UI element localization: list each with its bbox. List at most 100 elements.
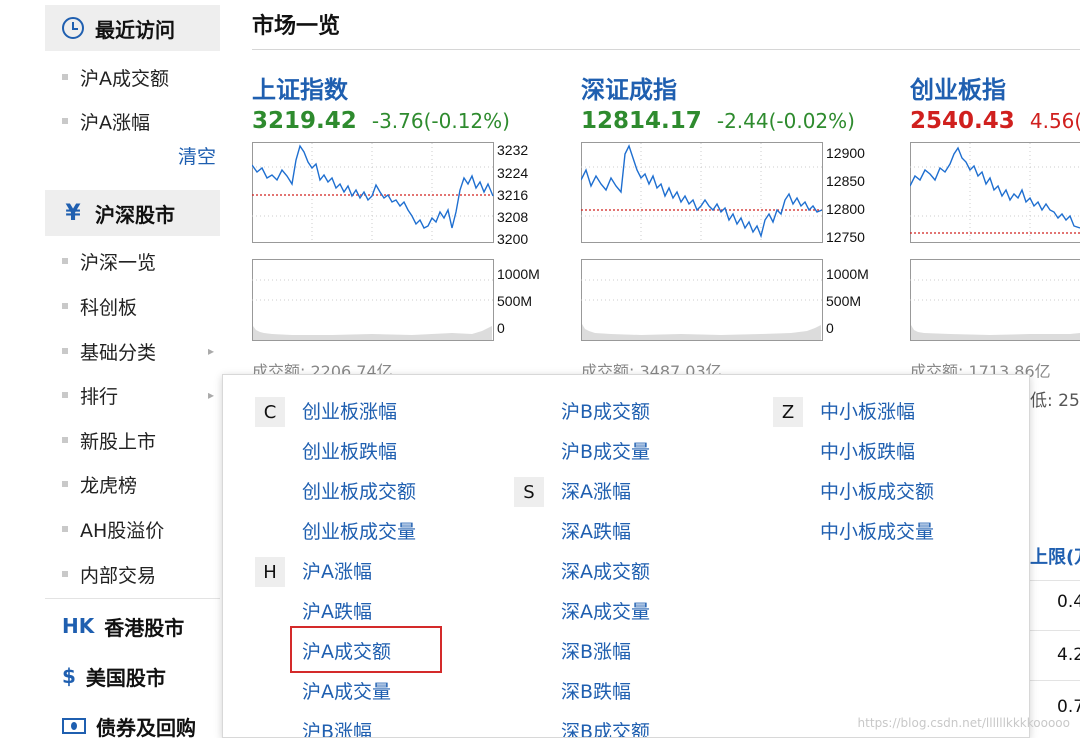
hk-market-link[interactable]: HK 香港股市 <box>62 610 184 642</box>
index-change: -3.76(-0.12%) <box>371 109 510 133</box>
recent-visits-title: 最近访问 <box>95 17 175 42</box>
sidebar-item-overview[interactable]: 沪深一览 <box>62 246 156 276</box>
sidebar-item-recent-2[interactable]: 沪A涨幅 <box>62 106 150 136</box>
highlight-box <box>290 626 442 673</box>
sidebar-item-recent-1[interactable]: 沪A成交额 <box>62 62 169 92</box>
sidebar-item-label: 沪A涨幅 <box>80 111 150 134</box>
bullet <box>62 392 68 398</box>
sidebar-item-label: AH股溢价 <box>80 519 165 542</box>
price-tick: 12900 <box>826 145 865 161</box>
menu-item-chinext-gainers[interactable]: 创业板涨幅 <box>302 397 397 427</box>
menu-item-sza-volume[interactable]: 深A成交量 <box>561 597 650 627</box>
sidebar-item-label: 内部交易 <box>80 564 157 587</box>
menu-item-shb-turnover[interactable]: 沪B成交额 <box>561 397 650 427</box>
volume-tick: 500M <box>497 293 532 309</box>
price-tick: 3200 <box>497 231 528 247</box>
watermark: https://blog.csdn.net/llllllkkkkooooo <box>857 716 1070 730</box>
group-letter-z: Z <box>773 397 803 427</box>
group-letter-c: C <box>255 397 285 427</box>
menu-item-chinext-volume[interactable]: 创业板成交量 <box>302 517 416 547</box>
volume-tick: 1000M <box>826 266 869 282</box>
price-row: 2540.43 4.56(+ <box>910 108 1080 134</box>
menu-item-chinext-losers[interactable]: 创业板跌幅 <box>302 437 397 467</box>
volume-tick: 1000M <box>497 266 540 282</box>
ranking-dropdown-menu: C 创业板涨幅 创业板跌幅 创业板成交额 创业板成交量 H 沪A涨幅 沪A跌幅 … <box>222 374 1030 738</box>
index-name[interactable]: 创业板指 <box>910 70 1006 105</box>
bullet <box>62 481 68 487</box>
sidebar-item-ranking[interactable]: 排行 ▸ <box>62 380 214 410</box>
bullet <box>62 437 68 443</box>
sidebar-item-label: 新股上市 <box>80 430 157 453</box>
volume-tick: 500M <box>826 293 861 309</box>
sidebar-item-dragon-tiger[interactable]: 龙虎榜 <box>62 469 137 499</box>
bond-market-link[interactable]: 债券及回购 <box>62 710 196 738</box>
volume-tick: 0 <box>497 320 505 336</box>
price-tick: 3216 <box>497 187 528 203</box>
index-change: 4.56(+ <box>1029 109 1080 133</box>
divider <box>252 49 1080 50</box>
sidebar: 最近访问 沪A成交额 沪A涨幅 清空 ¥ 沪深股市 沪深一览 科创板 基础分类 … <box>0 0 232 738</box>
low-price-label: 低: 252 <box>1030 391 1080 411</box>
chevron-right-icon: ▸ <box>208 388 215 402</box>
menu-item-sme-turnover[interactable]: 中小板成交额 <box>820 477 934 507</box>
index-name[interactable]: 深证成指 <box>581 70 677 105</box>
sidebar-item-star-market[interactable]: 科创板 <box>62 291 137 321</box>
recent-visits-header[interactable]: 最近访问 <box>45 5 220 51</box>
menu-item-szb-gainers[interactable]: 深B涨幅 <box>561 637 631 667</box>
menu-item-sme-volume[interactable]: 中小板成交量 <box>820 517 934 547</box>
menu-item-shb-gainers[interactable]: 沪B涨幅 <box>302 717 372 737</box>
price-tick: 3208 <box>497 209 528 225</box>
menu-item-sza-losers[interactable]: 深A跌幅 <box>561 517 631 547</box>
hs-market-title: 沪深股市 <box>95 202 175 227</box>
table-cell: 0.4 <box>1057 592 1080 612</box>
index-chart[interactable]: 3232 3224 3216 3208 3200 1000M 500M 0 <box>252 140 552 350</box>
menu-item-sme-losers[interactable]: 中小板跌幅 <box>820 437 915 467</box>
price-row: 12814.17 -2.44(-0.02%) <box>581 108 855 134</box>
sidebar-item-label: 沪深一览 <box>80 251 157 274</box>
table-cell: 4.2 <box>1057 645 1080 665</box>
chevron-right-icon: ▸ <box>208 344 215 358</box>
sidebar-item-insider-trading[interactable]: 内部交易 <box>62 559 156 589</box>
index-name[interactable]: 上证指数 <box>252 70 348 105</box>
sidebar-item-basic-category[interactable]: 基础分类 ▸ <box>62 336 214 366</box>
index-card-chinext[interactable]: 创业板指 2540.43 4.56(+ 成交额: 1713.86亿 <box>910 68 1080 378</box>
menu-item-szb-losers[interactable]: 深B跌幅 <box>561 677 631 707</box>
menu-item-sza-gainers[interactable]: 深A涨幅 <box>561 477 631 507</box>
index-price: 2540.43 <box>910 108 1015 134</box>
price-tick: 12850 <box>826 173 865 189</box>
price-tick: 3224 <box>497 165 528 181</box>
hk-tag-icon: HK <box>62 614 95 638</box>
hs-market-header[interactable]: ¥ 沪深股市 <box>45 190 220 236</box>
hk-market-label: 香港股市 <box>104 615 185 640</box>
index-card-sh[interactable]: 上证指数 3219.42 -3.76(-0.12%) 3232 3224 321… <box>252 68 552 381</box>
divider <box>1030 680 1080 681</box>
column-header[interactable]: 上限(万 <box>1030 543 1080 569</box>
bullet <box>62 348 68 354</box>
price-row: 3219.42 -3.76(-0.12%) <box>252 108 510 134</box>
index-chart[interactable] <box>910 140 1080 350</box>
index-change: -2.44(-0.02%) <box>716 109 855 133</box>
menu-item-sha-gainers[interactable]: 沪A涨幅 <box>302 557 372 587</box>
bullet <box>62 74 68 80</box>
menu-item-sha-volume[interactable]: 沪A成交量 <box>302 677 391 707</box>
clear-recent-link[interactable]: 清空 <box>178 142 216 169</box>
divider <box>45 598 220 599</box>
index-chart[interactable]: 12900 12850 12800 12750 1000M 500M 0 <box>581 140 881 350</box>
bond-icon <box>62 718 86 734</box>
menu-item-sza-turnover[interactable]: 深A成交额 <box>561 557 650 587</box>
divider <box>1030 630 1080 631</box>
sidebar-item-ah-premium[interactable]: AH股溢价 <box>62 514 164 544</box>
sidebar-item-ipo[interactable]: 新股上市 <box>62 425 156 455</box>
menu-item-sme-gainers[interactable]: 中小板涨幅 <box>820 397 915 427</box>
table-cell: 0.7 <box>1057 697 1080 717</box>
us-market-link[interactable]: $ 美国股市 <box>62 660 166 692</box>
menu-item-chinext-turnover[interactable]: 创业板成交额 <box>302 477 416 507</box>
bond-market-label: 债券及回购 <box>96 715 196 738</box>
sidebar-item-label: 基础分类 <box>80 341 157 364</box>
sidebar-item-label: 排行 <box>80 385 119 408</box>
menu-item-szb-turnover[interactable]: 深B成交额 <box>561 717 650 737</box>
bullet <box>62 258 68 264</box>
index-card-sz[interactable]: 深证成指 12814.17 -2.44(-0.02%) 12900 12850 … <box>581 68 881 381</box>
menu-item-sha-losers[interactable]: 沪A跌幅 <box>302 597 372 627</box>
menu-item-shb-volume[interactable]: 沪B成交量 <box>561 437 650 467</box>
